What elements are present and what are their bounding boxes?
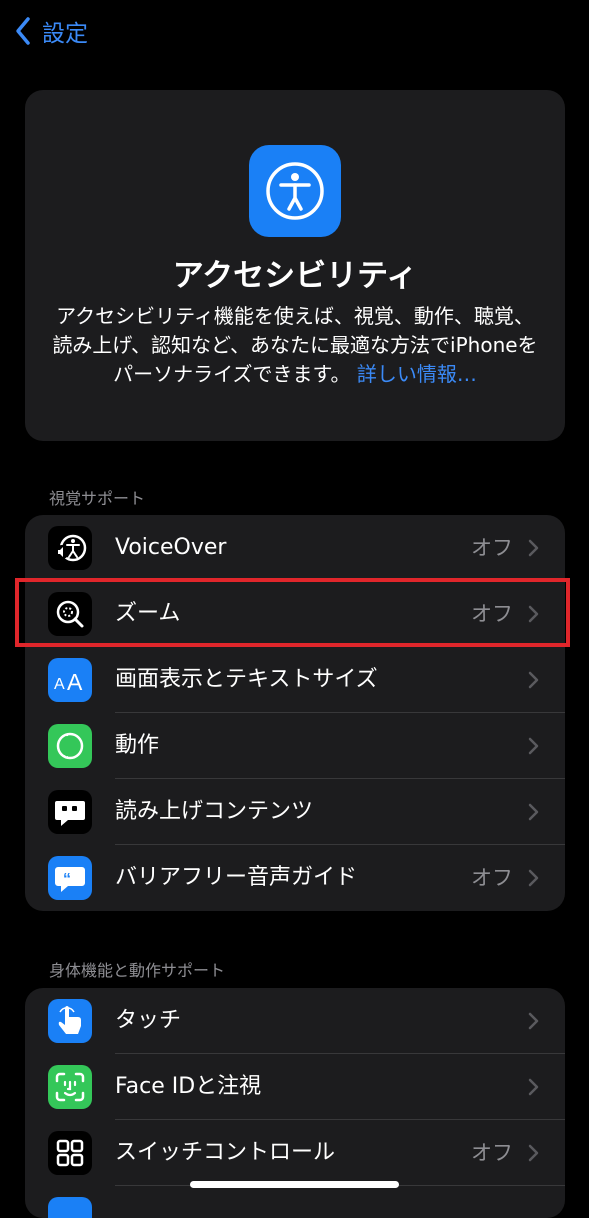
row-display-text-size[interactable]: A A 画面表示とテキストサイズ — [25, 647, 565, 713]
row-label: 動作 — [115, 733, 160, 758]
svg-text:A: A — [67, 669, 83, 695]
description-line: 読み上げ、認知など、あなたに最適な方法でiPhoneを — [52, 333, 538, 357]
face-id-icon — [48, 1065, 92, 1109]
audio-descriptions-icon: “ — [48, 856, 92, 900]
row-label: 読み上げコンテンツ — [115, 799, 314, 824]
chevron-right-icon — [528, 1012, 539, 1030]
row-value: オフ — [471, 536, 513, 560]
chevron-left-icon — [16, 17, 30, 45]
row-label: スイッチコントロール — [115, 1140, 336, 1165]
page-description: アクセシビリティ機能を使えば、視覚、動作、聴覚、 読み上げ、認知など、あなたに最… — [45, 302, 545, 389]
row-face-id-attention[interactable]: Face IDと注視 — [25, 1054, 565, 1120]
switch-control-icon — [48, 1131, 92, 1175]
description-line: パーソナライズできます。 — [113, 362, 351, 386]
zoom-icon — [48, 592, 92, 636]
section-header-physical: 身体機能と動作サポート — [49, 961, 226, 980]
chevron-right-icon — [528, 869, 539, 887]
accessibility-icon — [249, 145, 341, 237]
row-label: 画面表示とテキストサイズ — [115, 667, 378, 692]
spoken-content-icon — [48, 790, 92, 834]
section-header-vision: 視覚サポート — [49, 489, 146, 508]
chevron-right-icon — [528, 671, 539, 689]
row-label: ズーム — [115, 601, 181, 626]
row-next-item[interactable] — [25, 1186, 565, 1218]
touch-icon — [48, 999, 92, 1043]
row-label: VoiceOver — [115, 535, 227, 560]
chevron-right-icon — [528, 737, 539, 755]
motion-icon — [48, 724, 92, 768]
row-label: Face IDと注視 — [115, 1074, 262, 1099]
row-touch[interactable]: タッチ — [25, 988, 565, 1054]
back-label: 設定 — [42, 21, 88, 47]
row-voiceover[interactable]: VoiceOver オフ — [25, 515, 565, 581]
row-label: バリアフリー音声ガイド — [115, 865, 358, 890]
row-value: オフ — [471, 602, 513, 626]
row-label: タッチ — [115, 1008, 182, 1033]
text-size-icon: A A — [48, 658, 92, 702]
learn-more-link[interactable]: 詳しい情報… — [357, 362, 477, 386]
chevron-right-icon — [528, 539, 539, 557]
row-motion[interactable]: 動作 — [25, 713, 565, 779]
row-zoom[interactable]: ズーム オフ — [25, 581, 565, 647]
page-title: アクセシビリティ — [172, 258, 418, 294]
back-button[interactable]: 設定 — [12, 12, 88, 50]
svg-text:A: A — [54, 676, 65, 693]
row-switch-control[interactable]: スイッチコントロール オフ — [25, 1120, 565, 1186]
description-line: アクセシビリティ機能を使えば、視覚、動作、聴覚、 — [56, 304, 534, 328]
navigation-bar: 設定 — [0, 0, 589, 62]
row-value: オフ — [471, 1141, 513, 1165]
vision-settings-group: VoiceOver オフ ズーム オフ A A 画面表示とテキストサイズ 動作 … — [25, 515, 565, 911]
svg-text:“: “ — [63, 871, 71, 888]
chevron-right-icon — [528, 1144, 539, 1162]
chevron-right-icon — [528, 1078, 539, 1096]
row-audio-descriptions[interactable]: “ バリアフリー音声ガイド オフ — [25, 845, 565, 911]
row-value: オフ — [471, 866, 513, 890]
accessibility-header-card: アクセシビリティ アクセシビリティ機能を使えば、視覚、動作、聴覚、 読み上げ、認… — [25, 90, 565, 441]
home-indicator[interactable] — [190, 1181, 399, 1188]
next-item-icon — [48, 1197, 92, 1218]
row-spoken-content[interactable]: 読み上げコンテンツ — [25, 779, 565, 845]
chevron-right-icon — [528, 803, 539, 821]
chevron-right-icon — [528, 605, 539, 623]
voiceover-icon — [48, 526, 92, 570]
